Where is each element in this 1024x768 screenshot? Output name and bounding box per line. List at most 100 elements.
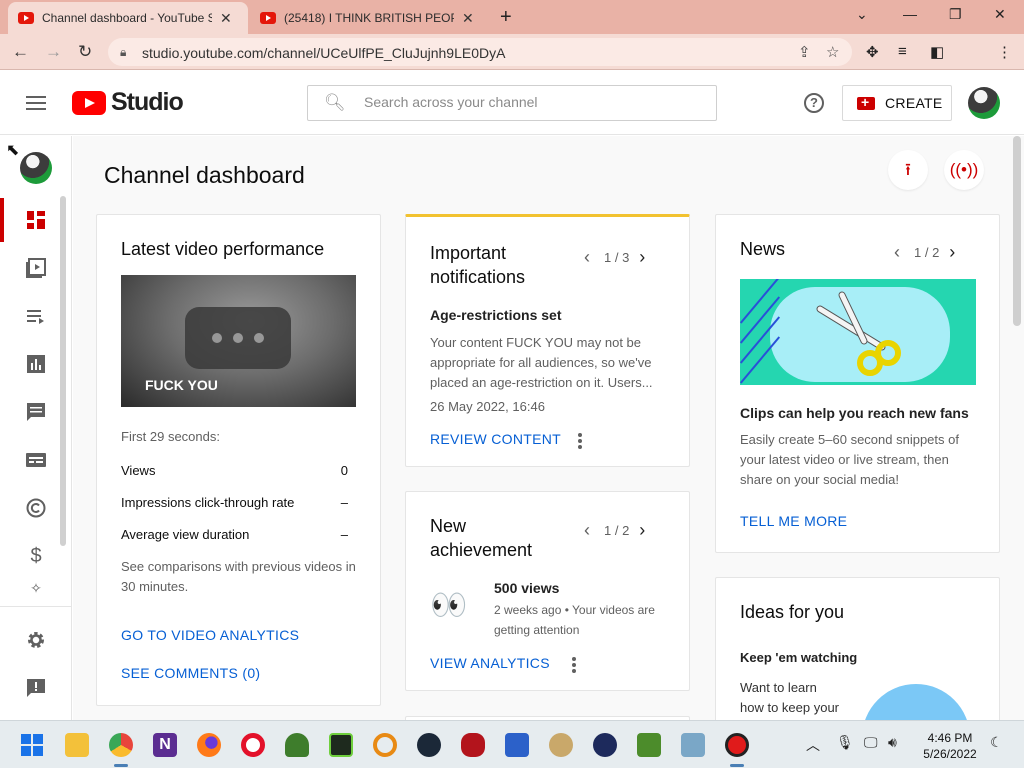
chevron-down-icon[interactable]: ⌄ xyxy=(856,6,868,23)
achievement-pager: ‹ 1 / 2 › xyxy=(584,520,645,541)
create-video-icon xyxy=(857,94,875,110)
extensions-puzzle-icon[interactable]: ✥ xyxy=(866,43,879,61)
tab-video[interactable]: (25418) I THINK BRITISH PEOPLE ✕ xyxy=(250,2,490,34)
ball-app-icon[interactable] xyxy=(549,733,573,757)
chevron-left-icon[interactable]: ‹ xyxy=(584,247,590,268)
red-app-icon[interactable] xyxy=(461,733,485,757)
share-icon[interactable]: ⇪ xyxy=(798,43,811,61)
chrome-icon[interactable] xyxy=(109,733,133,757)
youtube-logo-icon[interactable] xyxy=(72,91,106,115)
card-title: Latest video performance xyxy=(121,239,325,259)
file-explorer-icon[interactable] xyxy=(65,733,89,757)
star-icon[interactable]: ☆ xyxy=(826,43,839,61)
opera-icon[interactable] xyxy=(241,733,265,757)
create-button[interactable]: CREATE xyxy=(842,85,952,121)
search-input[interactable] xyxy=(364,94,694,110)
browser-tab-strip: Channel dashboard - YouTube St ✕ (25418)… xyxy=(0,0,1024,34)
moon-icon[interactable]: ☾ xyxy=(990,734,1003,751)
magnifier-app-icon[interactable] xyxy=(373,733,397,757)
notification-title: Age-restrictions set xyxy=(430,307,562,323)
tree-app-icon[interactable] xyxy=(285,733,309,757)
nav-settings[interactable] xyxy=(0,616,72,664)
achievement-headline: 500 views xyxy=(494,580,560,596)
network-app-icon[interactable] xyxy=(505,733,529,757)
url-bar[interactable]: 🔒︎ studio.youtube.com/channel/UCeUlfPE_C… xyxy=(108,38,852,66)
back-arrow-icon[interactable]: ← xyxy=(12,42,29,62)
stat-value: – xyxy=(340,527,348,542)
period-label: First 29 seconds: xyxy=(121,429,220,444)
microphone-icon[interactable]: 🎙︎ xyxy=(836,734,854,751)
recorder-icon[interactable] xyxy=(725,733,749,757)
logo-app-icon[interactable] xyxy=(593,733,617,757)
dashboard-main: Channel dashboard ⭱ ((•)) Latest video p… xyxy=(73,136,1024,720)
see-comments-link[interactable]: SEE COMMENTS (0) xyxy=(121,665,260,681)
news-image[interactable] xyxy=(740,279,976,385)
review-content-link[interactable]: REVIEW CONTENT xyxy=(430,431,561,447)
ideas-card: Ideas for you Keep 'em watching Want to … xyxy=(715,577,1000,720)
processing-dots-icon xyxy=(185,307,291,369)
go-live-icon[interactable]: ((•)) xyxy=(944,150,984,190)
search-icon[interactable]: 🔍︎ xyxy=(324,93,346,113)
studio-logo-text[interactable]: Studio xyxy=(111,88,184,117)
minimize-icon[interactable]: — xyxy=(903,6,917,22)
stat-row-avd: Average view duration – xyxy=(121,527,356,542)
magic-wand-icon: ✧ xyxy=(30,580,42,596)
chevron-up-icon[interactable]: ︿ xyxy=(806,735,820,755)
settings-app-icon[interactable] xyxy=(681,733,705,757)
nav-scrollbar[interactable] xyxy=(60,196,66,546)
stat-value: – xyxy=(340,495,348,510)
stat-label: Impressions click-through rate xyxy=(121,495,295,510)
chevron-left-icon[interactable]: ‹ xyxy=(894,242,900,263)
video-thumbnail[interactable]: FUCK YOU xyxy=(121,275,356,407)
volume-icon[interactable]: 🔊︎ xyxy=(888,734,897,751)
matrix-app-icon[interactable] xyxy=(329,733,353,757)
plus-icon[interactable]: + xyxy=(500,6,512,29)
go-to-video-analytics-link[interactable]: GO TO VIDEO ANALYTICS xyxy=(121,627,299,643)
tab-channel-dashboard[interactable]: Channel dashboard - YouTube St ✕ xyxy=(8,2,248,34)
windows-taskbar: N ︿ 🎙︎ 🖵 🔊︎ ☾ 4:46 PM 5/26/2022 xyxy=(0,720,1024,768)
account-avatar[interactable] xyxy=(968,87,1000,119)
recorder-active-indicator xyxy=(730,764,744,767)
restore-icon[interactable]: ❐ xyxy=(949,6,962,23)
system-clock[interactable]: 4:46 PM 5/26/2022 xyxy=(920,730,980,762)
kebab-menu-icon[interactable]: ⋮ xyxy=(997,43,1012,61)
onenote-icon[interactable]: N xyxy=(153,733,177,757)
clock-time: 4:46 PM xyxy=(927,731,973,745)
more-options-icon[interactable] xyxy=(572,657,576,675)
view-analytics-link[interactable]: VIEW ANALYTICS xyxy=(430,655,550,671)
channel-avatar[interactable] xyxy=(20,152,52,184)
tab-close-icon[interactable]: ✕ xyxy=(220,10,232,27)
pager-text: 1 / 2 xyxy=(914,245,940,260)
hamburger-menu-icon[interactable] xyxy=(26,96,46,110)
chevron-right-icon[interactable]: › xyxy=(949,242,955,263)
help-icon[interactable]: ? xyxy=(804,93,824,113)
tab-close-icon[interactable]: ✕ xyxy=(462,10,474,27)
chrome-active-indicator xyxy=(114,764,128,767)
forward-arrow-icon[interactable]: → xyxy=(45,42,62,62)
upload-icon[interactable]: ⭱ xyxy=(888,150,928,190)
chevron-right-icon[interactable]: › xyxy=(639,247,645,268)
firefox-icon[interactable] xyxy=(197,733,221,757)
reload-icon[interactable]: ↻ xyxy=(78,42,92,62)
url-text[interactable]: studio.youtube.com/channel/UCeUlfPE_CluJ… xyxy=(142,45,505,61)
nav-customization[interactable]: ✧ xyxy=(0,580,72,604)
notepad-app-icon[interactable] xyxy=(637,733,661,757)
window-close-icon[interactable]: ✕ xyxy=(994,6,1006,23)
subtitles-icon xyxy=(26,453,46,467)
comparison-note: See comparisons with previous videos in … xyxy=(121,559,356,594)
search-box[interactable]: 🔍︎ xyxy=(307,85,717,121)
side-panel-icon[interactable]: ◧ xyxy=(930,43,944,61)
chevron-right-icon[interactable]: › xyxy=(639,520,645,541)
more-options-icon[interactable] xyxy=(578,433,582,451)
main-scrollbar[interactable] xyxy=(1013,136,1021,326)
windows-start-icon[interactable] xyxy=(21,734,43,756)
ideas-body: Want to learn how to keep your xyxy=(740,680,840,715)
chevron-left-icon[interactable]: ‹ xyxy=(584,520,590,541)
steam-icon[interactable] xyxy=(417,733,441,757)
media-queue-icon[interactable]: ≡ xyxy=(898,43,907,60)
nav-feedback[interactable] xyxy=(0,664,72,712)
tell-me-more-link[interactable]: TELL ME MORE xyxy=(740,513,847,529)
news-body: Easily create 5–60 second snippets of yo… xyxy=(740,432,959,487)
lock-icon[interactable]: 🔒︎ xyxy=(120,45,126,60)
network-icon[interactable]: 🖵 xyxy=(864,734,878,751)
